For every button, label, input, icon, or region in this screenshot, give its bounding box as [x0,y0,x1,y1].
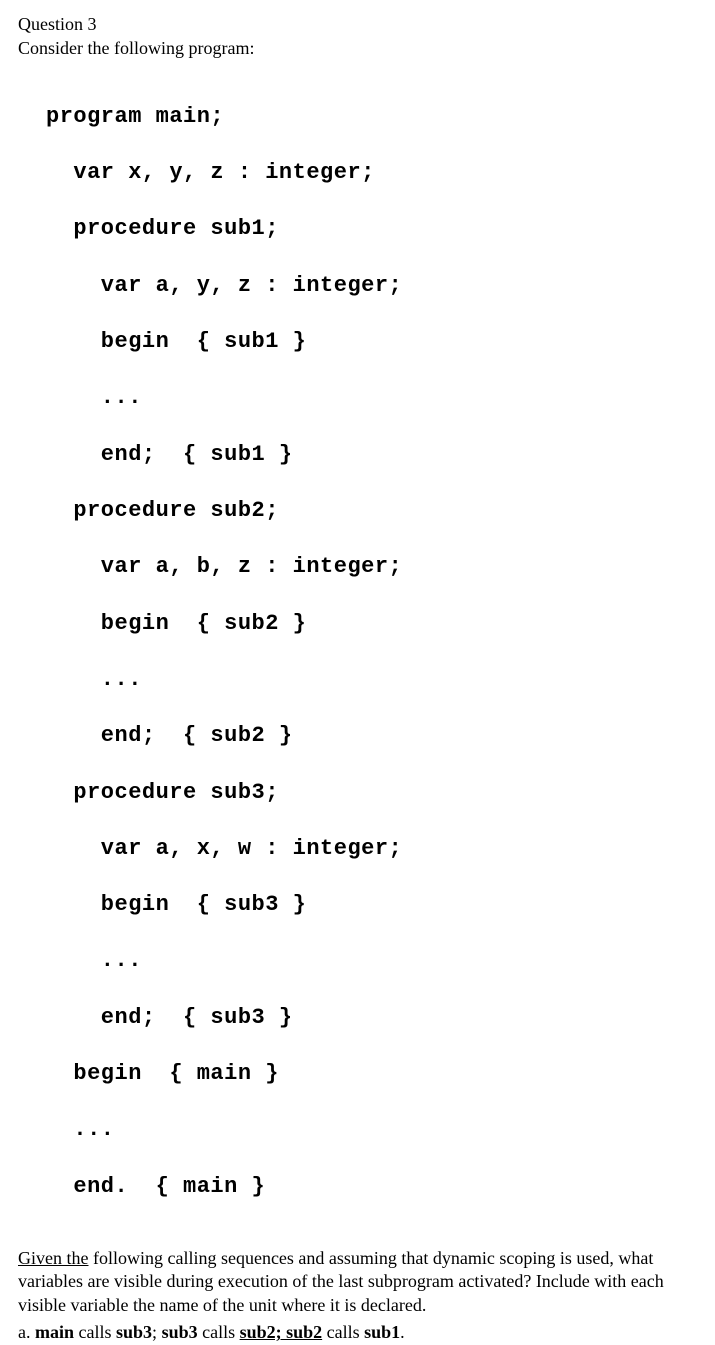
code-line: var a, x, w : integer; [46,835,697,863]
code-line: procedure sub1; [46,215,697,243]
code-line: procedure sub3; [46,779,697,807]
bold-underlined-text: sub2; sub2 [240,1322,323,1342]
code-block: program main; var x, y, z : integer; pro… [46,75,697,1229]
question-header: Question 3 Consider the following progra… [18,12,697,61]
question-prompt: Consider the following program: [18,36,697,60]
question-footer: Given the following calling sequences an… [18,1247,697,1345]
code-line: ... [46,384,697,412]
text-fragment: . [400,1322,405,1342]
bold-text: sub1 [364,1322,400,1342]
bold-text: sub3 [162,1322,198,1342]
code-line: ... [46,1116,697,1144]
question-label: Question 3 [18,12,697,36]
code-line: begin { sub3 } [46,891,697,919]
underlined-text: Given the [18,1248,88,1268]
code-line: end. { main } [46,1173,697,1201]
code-line: end; { sub2 } [46,722,697,750]
text-fragment: ; [152,1322,162,1342]
code-line: ... [46,947,697,975]
bold-text: main [35,1322,74,1342]
code-line: var a, b, z : integer; [46,553,697,581]
code-line: program main; [46,103,697,131]
code-line: end; { sub1 } [46,441,697,469]
text-fragment: calls [74,1322,116,1342]
bold-text: sub3 [116,1322,152,1342]
code-line: begin { sub1 } [46,328,697,356]
code-line: begin { main } [46,1060,697,1088]
code-line: begin { sub2 } [46,610,697,638]
item-label: a. [18,1322,35,1342]
text-fragment: calls [322,1322,364,1342]
footer-line: visible variable the name of the unit wh… [18,1294,697,1317]
footer-text-fragment: following calling sequences and assuming… [88,1248,653,1268]
text-fragment: calls [198,1322,240,1342]
sub-item-a: a. main calls sub3; sub3 calls sub2; sub… [18,1321,697,1344]
code-line: procedure sub2; [46,497,697,525]
footer-line: Given the following calling sequences an… [18,1247,697,1270]
code-line: end; { sub3 } [46,1004,697,1032]
code-line: ... [46,666,697,694]
footer-line: variables are visible during execution o… [18,1270,697,1293]
code-line: var a, y, z : integer; [46,272,697,300]
code-line: var x, y, z : integer; [46,159,697,187]
